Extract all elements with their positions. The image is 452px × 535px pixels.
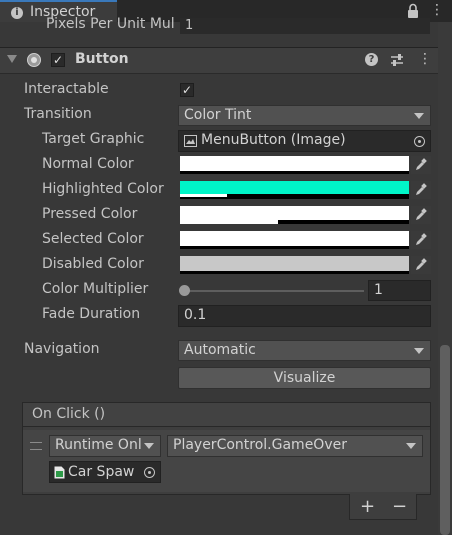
chevron-down-icon xyxy=(406,443,416,449)
color-multiplier-slider-track[interactable] xyxy=(184,290,364,292)
add-event-button[interactable]: + xyxy=(360,498,375,516)
tab-menu-icon[interactable]: ⋮ xyxy=(430,2,444,18)
fade-duration-label: Fade Duration xyxy=(42,306,141,322)
visualize-button[interactable]: Visualize xyxy=(178,367,431,389)
component-title: Button xyxy=(75,51,129,67)
normal-color-label: Normal Color xyxy=(42,156,134,172)
selected-color-label: Selected Color xyxy=(42,231,144,247)
selected-color-swatch[interactable] xyxy=(180,231,409,249)
runtime-mode-value: Runtime Onl xyxy=(55,437,142,453)
help-icon[interactable]: ? xyxy=(365,53,378,66)
pixels-per-unit-row: Pixels Per Unit Mul 1 xyxy=(0,16,438,47)
interactable-label: Interactable xyxy=(24,81,109,97)
color-multiplier-label: Color Multiplier xyxy=(42,281,149,297)
list-footer: + − xyxy=(349,494,417,520)
preset-icon[interactable] xyxy=(390,53,404,67)
chevron-down-icon xyxy=(414,113,424,119)
eyedropper-icon[interactable] xyxy=(411,206,431,224)
color-multiplier-value: 1 xyxy=(374,282,383,298)
pixels-per-unit-field[interactable]: 1 xyxy=(180,18,430,34)
transition-value: Color Tint xyxy=(184,107,252,123)
target-object-value: Car Spaw xyxy=(68,464,135,480)
disabled-color-label: Disabled Color xyxy=(42,256,144,272)
pressed-color-alpha-bar xyxy=(278,220,409,224)
button-component-icon-inner xyxy=(31,57,37,63)
transition-dropdown[interactable]: Color Tint xyxy=(178,105,431,126)
foldout-arrow-icon[interactable] xyxy=(7,55,17,63)
scrollbar-thumb[interactable] xyxy=(440,345,450,535)
chevron-down-icon xyxy=(144,443,154,449)
normal-color-alpha-bar xyxy=(180,171,409,174)
navigation-dropdown[interactable]: Automatic xyxy=(178,340,431,361)
highlighted-color-swatch[interactable] xyxy=(180,181,409,199)
fade-duration-field[interactable]: 0.1 xyxy=(178,305,431,327)
eyedropper-icon[interactable] xyxy=(411,256,431,274)
eyedropper-icon[interactable] xyxy=(411,181,431,199)
normal-color-swatch[interactable] xyxy=(180,156,409,174)
component-menu-icon[interactable]: ⋮ xyxy=(418,51,432,67)
lock-icon[interactable] xyxy=(406,3,420,19)
navigation-label: Navigation xyxy=(24,341,100,357)
eyedropper-icon[interactable] xyxy=(411,231,431,249)
transition-label: Transition xyxy=(24,106,92,122)
pressed-color-swatch[interactable] xyxy=(180,206,409,224)
fade-duration-value: 0.1 xyxy=(184,307,207,323)
navigation-value: Automatic xyxy=(184,342,256,358)
target-graphic-value: MenuButton (Image) xyxy=(201,132,346,148)
target-graphic-field[interactable]: MenuButton (Image) xyxy=(178,130,431,152)
chevron-down-icon xyxy=(414,348,424,354)
highlighted-color-alpha-bottom xyxy=(180,197,409,199)
info-icon: i xyxy=(11,7,23,19)
disabled-color-alpha-bar xyxy=(180,271,409,274)
color-multiplier-field[interactable]: 1 xyxy=(368,280,431,301)
highlighted-color-label: Highlighted Color xyxy=(42,181,164,197)
function-dropdown[interactable]: PlayerControl.GameOver xyxy=(167,435,423,457)
drag-handle-icon[interactable] xyxy=(30,442,42,450)
runtime-mode-dropdown[interactable]: Runtime Onl xyxy=(49,435,161,457)
eyedropper-icon[interactable] xyxy=(411,156,431,174)
onclick-header: On Click () xyxy=(22,402,431,427)
onclick-title: On Click () xyxy=(32,406,106,422)
function-value: PlayerControl.GameOver xyxy=(173,437,347,453)
object-picker-icon[interactable] xyxy=(414,136,425,147)
selected-color-alpha-bar xyxy=(180,246,409,249)
remove-event-button[interactable]: − xyxy=(392,498,407,516)
pressed-color-label: Pressed Color xyxy=(42,206,138,222)
object-picker-icon[interactable] xyxy=(144,467,155,478)
component-enabled-checkbox[interactable]: ✓ xyxy=(51,53,65,67)
target-object-field[interactable]: Car Spaw xyxy=(49,461,161,483)
color-multiplier-slider-thumb[interactable] xyxy=(179,285,190,296)
disabled-color-swatch[interactable] xyxy=(180,256,409,274)
target-graphic-label: Target Graphic xyxy=(42,131,145,147)
script-file-icon xyxy=(54,466,65,479)
interactable-checkbox[interactable]: ✓ xyxy=(180,83,194,97)
image-icon xyxy=(184,135,197,147)
pixels-per-unit-label: Pixels Per Unit Mul xyxy=(46,16,175,32)
